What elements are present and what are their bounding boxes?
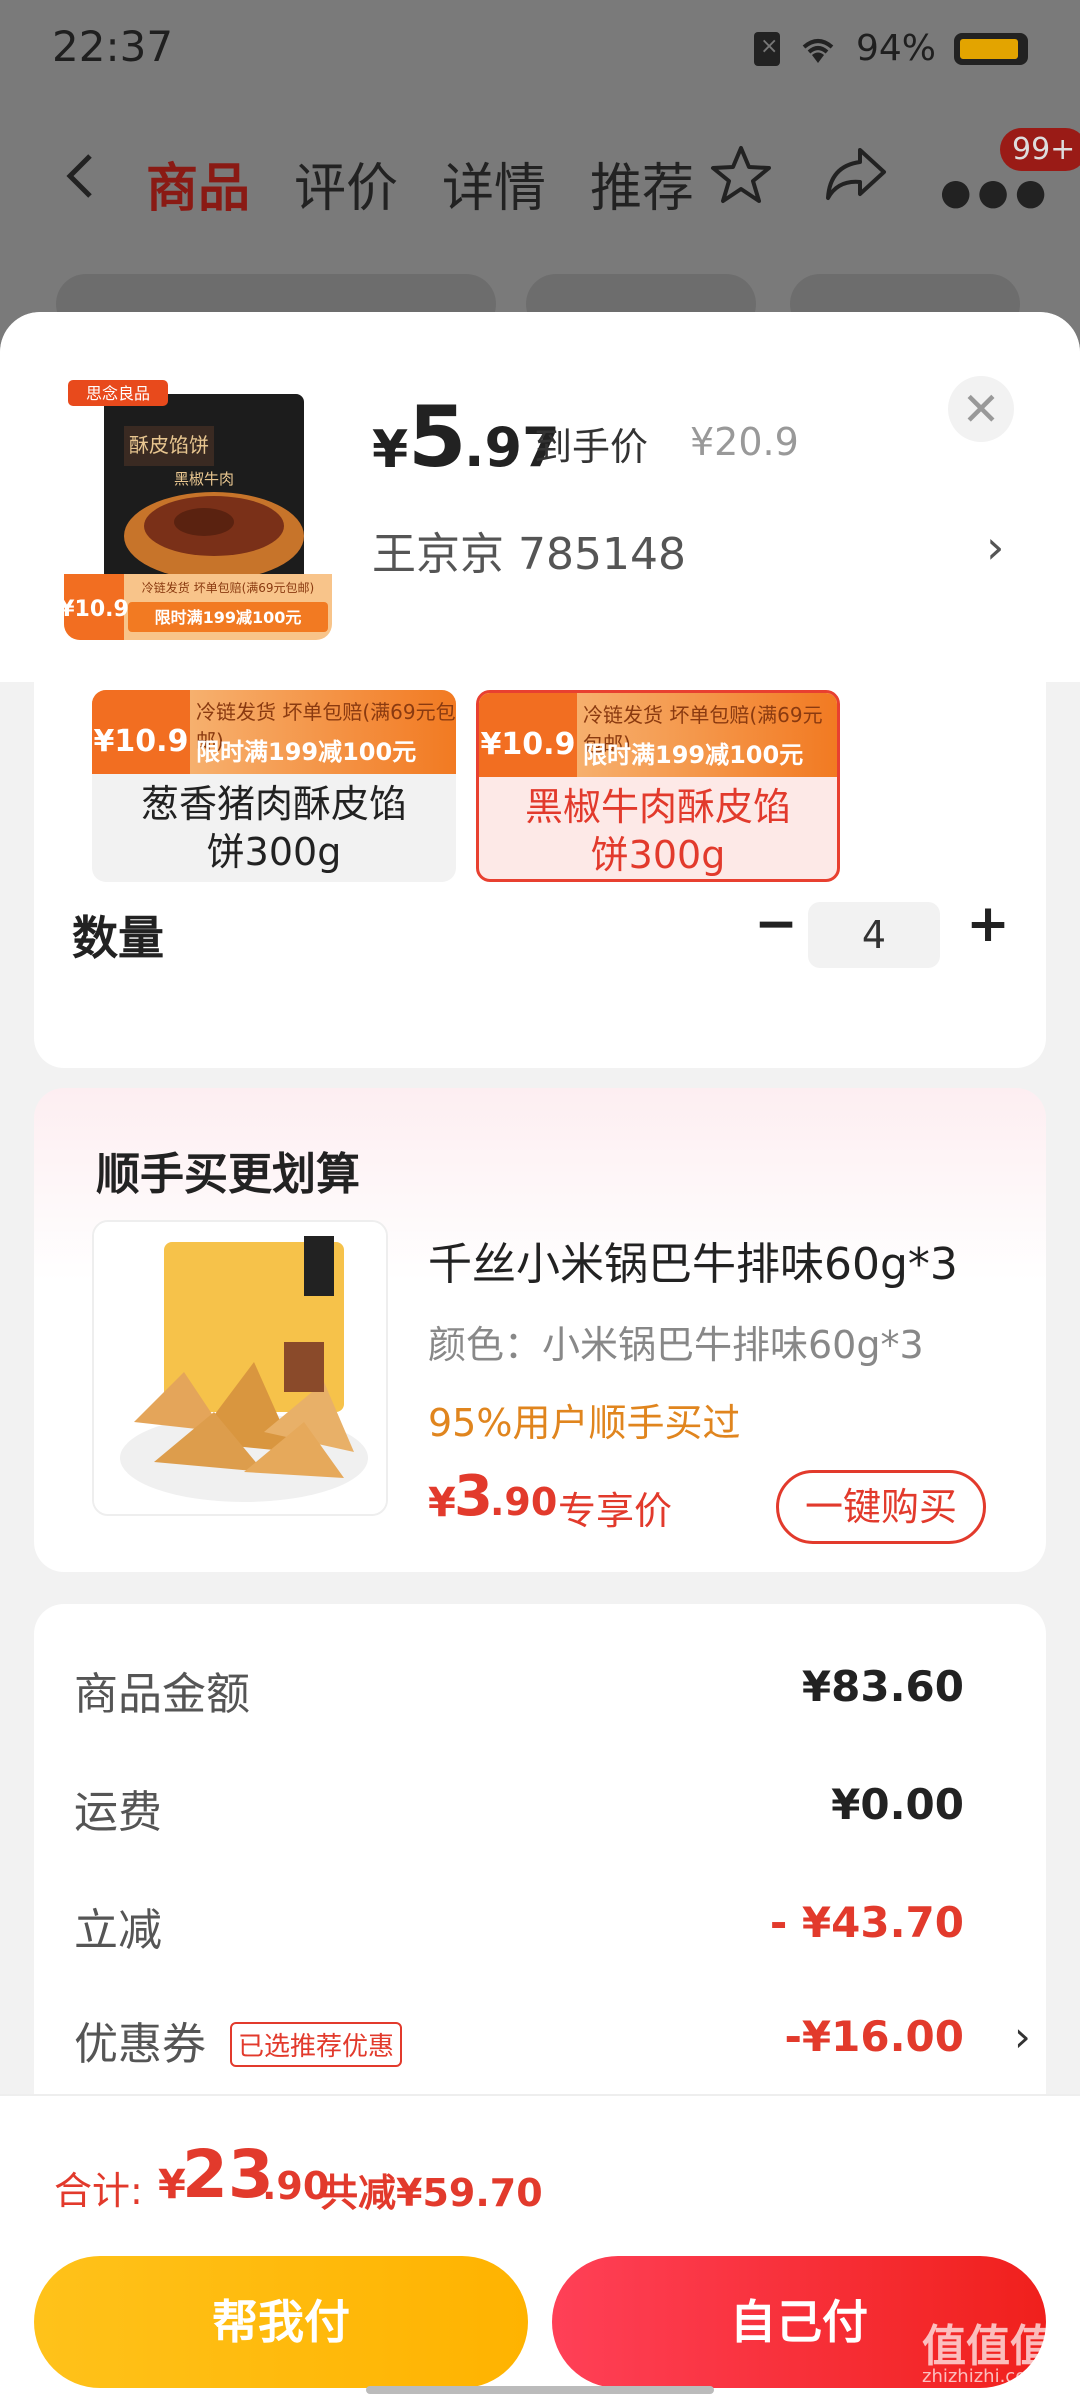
price-label: 到手价 (534, 425, 649, 469)
tab-goods[interactable]: 商品 (146, 146, 250, 221)
product-nav: 商品 评价 详情 推荐 ●●● 99+ (0, 120, 1080, 230)
quantity-label: 数量 (72, 911, 164, 965)
addon-price-integer: 3 (454, 1464, 493, 1529)
watermark-sub: zhizhizhi.com (922, 2366, 1044, 2387)
quantity-increase-button[interactable]: + (958, 894, 1018, 954)
share-icon[interactable] (822, 144, 888, 204)
home-indicator[interactable] (366, 2386, 714, 2394)
variant-banner: ¥10.9 冷链发货 坏单包赔(满69元包邮) 限时满199减100元 (92, 690, 456, 774)
tab-reviews[interactable]: 评价 (294, 146, 398, 221)
battery-percent: 94% (855, 28, 936, 69)
svg-text:思念良品: 思念良品 (86, 384, 150, 403)
addon-product-name[interactable]: 千丝小米锅巴牛排味60g*3 (428, 1228, 958, 1292)
svg-text:¥10.9: ¥10.9 (64, 597, 129, 622)
summary-row-coupon[interactable]: 优惠券 已选推荐优惠 -¥16.00 › (74, 2008, 1031, 2078)
banner-deal: 限时满199减100元 (583, 741, 804, 769)
svg-text:酥皮馅饼: 酥皮馅饼 (129, 433, 209, 457)
addon-title: 顺手买更划算 (96, 1149, 360, 1200)
addon-product-image[interactable] (92, 1220, 388, 1516)
quantity-decrease-button[interactable]: − (746, 894, 806, 954)
variant-option-beef[interactable]: ¥10.9 冷链发货 坏单包赔(满69元包邮) 限时满199减100元 黑椒牛肉… (476, 690, 840, 882)
summary-label: 优惠券 (74, 2019, 206, 2070)
addon-variant: 颜色：小米锅巴牛排味60g*3 (428, 1323, 924, 1367)
checkout-bar: 合计: ¥ 23 .90 共减¥59.70 帮我付 自己付 (0, 2094, 1080, 2400)
summary-label: 立减 (74, 1905, 162, 1956)
purchase-sheet: 思念良品 酥皮馅饼 黑椒牛肉 ¥10.9 冷链发货 坏单包赔(满69元包邮) 限… (0, 312, 1080, 2400)
summary-row-discount: 立减 - ¥43.70 (74, 1894, 994, 1964)
variant-option-pork[interactable]: ¥10.9 冷链发货 坏单包赔(满69元包邮) 限时满199减100元 葱香猪肉… (92, 690, 456, 882)
product-thumbnail: 思念良品 酥皮馅饼 黑椒牛肉 ¥10.9 冷链发货 坏单包赔(满69元包邮) 限… (64, 376, 332, 640)
addon-social-proof: 95%用户顺手买过 (428, 1401, 741, 1445)
addon-card: 顺手买更划算 千丝小米锅巴牛排味60g*3 颜色：小米锅巴牛排味60g*3 95… (34, 1088, 1046, 1572)
addon-price-currency: ¥ (428, 1480, 456, 1526)
summary-value: -¥16.00 (784, 2012, 964, 2061)
summary-value: - ¥43.70 (769, 1898, 964, 1947)
banner-price: ¥10.9 (92, 690, 190, 774)
price-integer: 5 (408, 388, 467, 486)
addon-price-decimal: .90 (490, 1480, 558, 1524)
price-currency: ¥ (372, 420, 409, 480)
banner-deal: 限时满199减100元 (196, 738, 417, 766)
summary-row-shipping: 运费 ¥0.00 (74, 1776, 994, 1846)
status-time: 22:37 (52, 22, 174, 71)
chevron-right-icon[interactable]: › (1014, 2012, 1031, 2061)
svg-text:限时满199减100元: 限时满199减100元 (155, 608, 302, 627)
summary-label: 商品金额 (74, 1669, 250, 1720)
chevron-right-icon[interactable]: › (986, 520, 1004, 574)
back-arrow-icon[interactable] (58, 152, 106, 200)
sim-off-icon (753, 31, 780, 66)
summary-value: ¥0.00 (831, 1780, 964, 1829)
summary-label: 运费 (74, 1787, 162, 1838)
total-integer: 23 (182, 2136, 274, 2213)
addon-price-tag: 专享价 (558, 1489, 673, 1533)
shipping-address[interactable]: 王京京 785148 (372, 518, 686, 582)
total-label: 合计: (54, 2169, 143, 2213)
product-thumbnail-image: 思念良品 酥皮馅饼 黑椒牛肉 ¥10.9 冷链发货 坏单包赔(满69元包邮) 限… (64, 376, 332, 640)
variant-banner: ¥10.9 冷链发货 坏单包赔(满69元包邮) 限时满199减100元 (479, 693, 837, 777)
original-price: ¥20.9 (690, 420, 799, 464)
status-bar: 22:37 94% (0, 0, 1080, 100)
tab-details[interactable]: 详情 (442, 146, 546, 221)
status-icons: 94% (753, 28, 1028, 69)
message-badge: 99+ (1000, 128, 1080, 171)
summary-value: ¥83.60 (801, 1662, 964, 1711)
tab-recommend[interactable]: 推荐 (590, 146, 694, 221)
variant-name: 黑椒牛肉酥皮馅 饼300g (524, 785, 791, 877)
quantity-input[interactable]: 4 (808, 902, 940, 968)
banner-price: ¥10.9 (479, 693, 577, 777)
variant-name: 葱香猪肉酥皮馅 饼300g (140, 782, 407, 874)
close-button[interactable]: ✕ (948, 376, 1014, 442)
watermark: 值值值 (922, 2321, 1054, 2372)
one-click-buy-button[interactable]: 一键购买 (776, 1470, 986, 1544)
svg-text:冷链发货 坏单包赔(满69元包邮): 冷链发货 坏单包赔(满69元包邮) (142, 580, 314, 595)
more-menu-icon[interactable]: ●●● (940, 172, 1052, 213)
svg-text:黑椒牛肉: 黑椒牛肉 (174, 470, 234, 488)
wifi-icon (802, 38, 834, 63)
variant-card: ¥10.9 冷链发货 坏单包赔(满69元包邮) 限时满199减100元 葱香猪肉… (34, 642, 1046, 1068)
favorite-star-icon[interactable] (708, 142, 774, 208)
sheet-header: 思念良品 酥皮馅饼 黑椒牛肉 ¥10.9 冷链发货 坏单包赔(满69元包邮) 限… (0, 312, 1080, 682)
coupon-tag: 已选推荐优惠 (230, 2022, 403, 2067)
summary-row-subtotal: 商品金额 ¥83.60 (74, 1658, 994, 1728)
battery-icon (954, 32, 1028, 65)
close-icon: ✕ (961, 382, 1001, 436)
pay-for-me-button[interactable]: 帮我付 (34, 2256, 528, 2388)
total-savings: 共减¥59.70 (320, 2171, 543, 2215)
